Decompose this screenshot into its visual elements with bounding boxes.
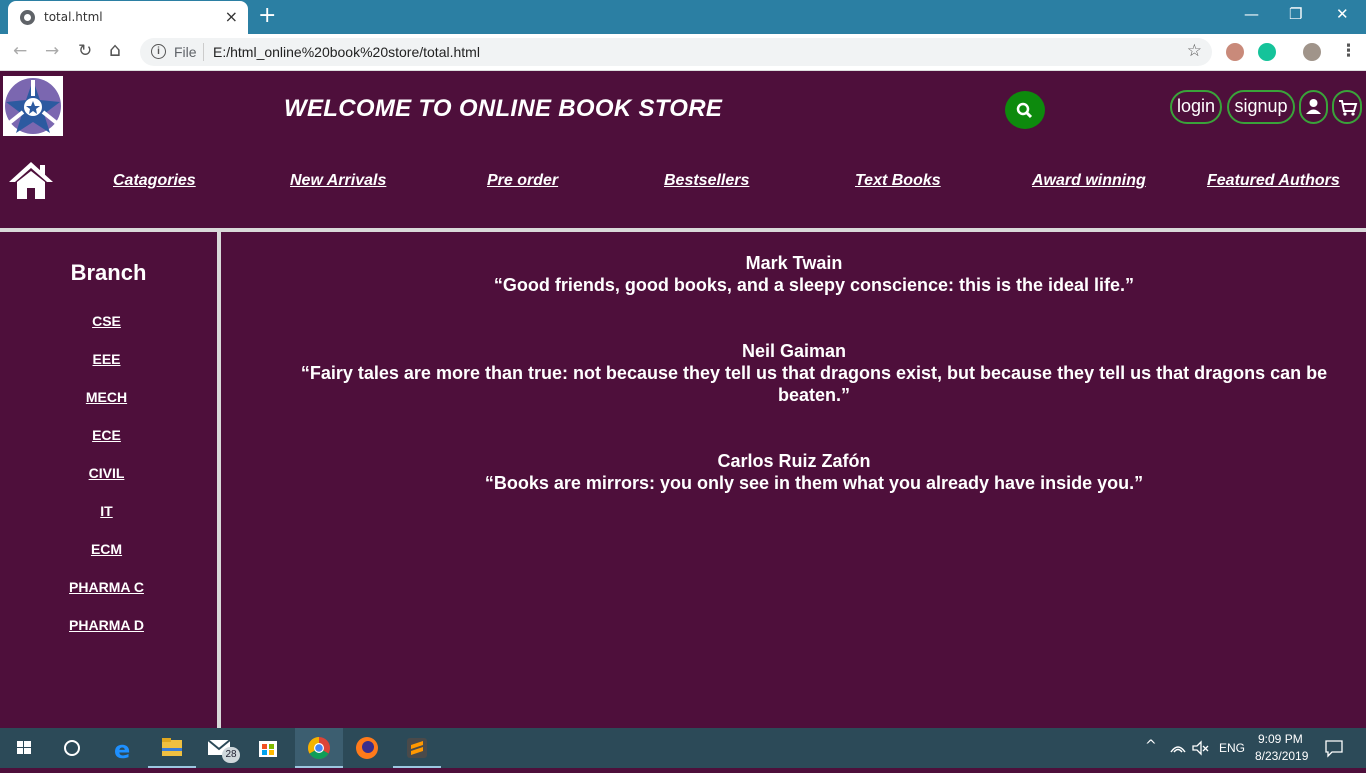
notifications-icon[interactable] (1324, 738, 1344, 758)
quote-text: “Good friends, good books, and a sleepy … (493, 275, 1135, 295)
quote-text: “Books are mirrors: you only see in them… (484, 473, 1144, 493)
taskbar-edge[interactable]: e (100, 728, 148, 768)
taskbar-mail[interactable]: 28 (196, 728, 244, 768)
user-icon (1306, 99, 1321, 114)
taskbar-file-explorer[interactable] (148, 728, 196, 768)
tab-title: total.html (44, 10, 103, 24)
chrome-menu-icon[interactable]: ⋮ (1340, 41, 1357, 61)
branch-link-pharma-d[interactable]: PHARMA D (0, 617, 213, 633)
windows-logo-icon (17, 741, 31, 754)
language-indicator[interactable]: ENG (1219, 741, 1245, 755)
wifi-icon[interactable] (1168, 738, 1188, 758)
branch-link-pharma-c[interactable]: PHARMA C (0, 579, 213, 595)
cart-button[interactable] (1332, 90, 1362, 124)
nav-link-award-winning[interactable]: Award winning (1032, 172, 1146, 190)
globe-icon (20, 10, 35, 25)
sidebar-divider (217, 232, 221, 728)
restore-button[interactable]: ❐ (1289, 5, 1302, 23)
tab-close-button[interactable]: × (225, 7, 238, 26)
address-bar[interactable]: i File E:/html_online%20book%20store/tot… (140, 38, 1212, 66)
minimize-button[interactable]: — (1244, 5, 1259, 23)
back-button[interactable]: ← (13, 41, 27, 61)
taskbar-firefox[interactable] (343, 728, 391, 768)
mail-badge: 28 (222, 747, 240, 763)
nav-link-text-books[interactable]: Text Books (855, 172, 941, 190)
page-title: WELCOME TO ONLINE BOOK STORE (284, 95, 723, 122)
home-button[interactable]: ⌂ (109, 39, 121, 61)
search-button[interactable] (1005, 91, 1045, 129)
login-button[interactable]: login (1170, 90, 1222, 124)
signup-button[interactable]: signup (1227, 90, 1295, 124)
branch-link-ece[interactable]: ECE (0, 427, 213, 443)
taskbar-store[interactable] (244, 728, 292, 768)
branch-link-mech[interactable]: MECH (0, 389, 213, 405)
grammarly-icon[interactable] (1258, 43, 1276, 61)
profile-avatar[interactable] (1303, 43, 1321, 61)
close-window-button[interactable]: ✕ (1336, 5, 1349, 23)
svg-text:e: e (114, 736, 130, 764)
quote-author: Mark Twain (745, 253, 843, 273)
branch-link-civil[interactable]: CIVIL (0, 465, 213, 481)
branch-link-eee[interactable]: EEE (0, 351, 213, 367)
edge-icon: e (114, 736, 130, 764)
browser-titlebar: total.html × + — ❐ ✕ (0, 0, 1366, 34)
branch-link-it[interactable]: IT (0, 503, 213, 519)
clock-time[interactable]: 9:09 PM (1258, 732, 1303, 746)
store-icon (259, 741, 277, 757)
cortana-circle-icon (64, 740, 80, 756)
clock-date[interactable]: 8/23/2019 (1255, 749, 1308, 763)
browser-tab[interactable]: total.html × (8, 1, 248, 34)
firefox-icon (356, 737, 378, 759)
sidebar-title: Branch (70, 260, 147, 285)
nav-link-new-arrivals[interactable]: New Arrivals (290, 172, 386, 190)
branch-link-ecm[interactable]: ECM (0, 541, 213, 557)
folder-icon (162, 738, 182, 756)
new-tab-button[interactable]: + (258, 3, 276, 28)
url-text[interactable]: E:/html_online%20book%20store/total.html (213, 44, 480, 60)
browser-toolbar: ← → ↻ ⌂ i File E:/html_online%20book%20s… (0, 34, 1366, 71)
cart-icon (1339, 100, 1358, 116)
reload-button[interactable]: ↻ (78, 41, 92, 61)
windows-taskbar: e 28 ^ ENG 9:09 PM 8/23/2019 (0, 728, 1366, 768)
quote-author: Carlos Ruiz Zafón (717, 451, 871, 471)
speaker-muted-icon[interactable] (1190, 738, 1210, 758)
bookmark-star-icon[interactable]: ☆ (1187, 41, 1202, 61)
branch-link-cse[interactable]: CSE (0, 313, 213, 329)
quote-text: “Fairy tales are more than true: not bec… (300, 363, 1328, 405)
forward-button[interactable]: → (45, 41, 59, 61)
chrome-icon (308, 737, 330, 759)
sublime-text-icon (407, 738, 427, 758)
cortana-button[interactable] (48, 728, 96, 768)
search-icon (1016, 102, 1033, 119)
start-button[interactable] (0, 728, 48, 768)
omnibox-separator (203, 43, 204, 61)
site-logo[interactable] (3, 76, 63, 136)
chevron-up-icon[interactable]: ^ (1145, 738, 1157, 754)
url-scheme: File (174, 44, 197, 60)
info-icon[interactable]: i (151, 44, 166, 59)
taskbar-chrome[interactable] (295, 728, 343, 768)
nav-link-bestsellers[interactable]: Bestsellers (664, 172, 749, 190)
quote-author: Neil Gaiman (741, 341, 847, 361)
extension-avatar-icon[interactable] (1226, 43, 1244, 61)
nav-link-featured-authors[interactable]: Featured Authors (1207, 172, 1340, 190)
home-icon[interactable] (8, 160, 54, 200)
taskbar-sublime[interactable] (393, 728, 441, 768)
nav-link-pre-order[interactable]: Pre order (487, 172, 558, 190)
account-button[interactable] (1299, 90, 1328, 124)
nav-link-catagories[interactable]: Catagories (113, 172, 196, 190)
